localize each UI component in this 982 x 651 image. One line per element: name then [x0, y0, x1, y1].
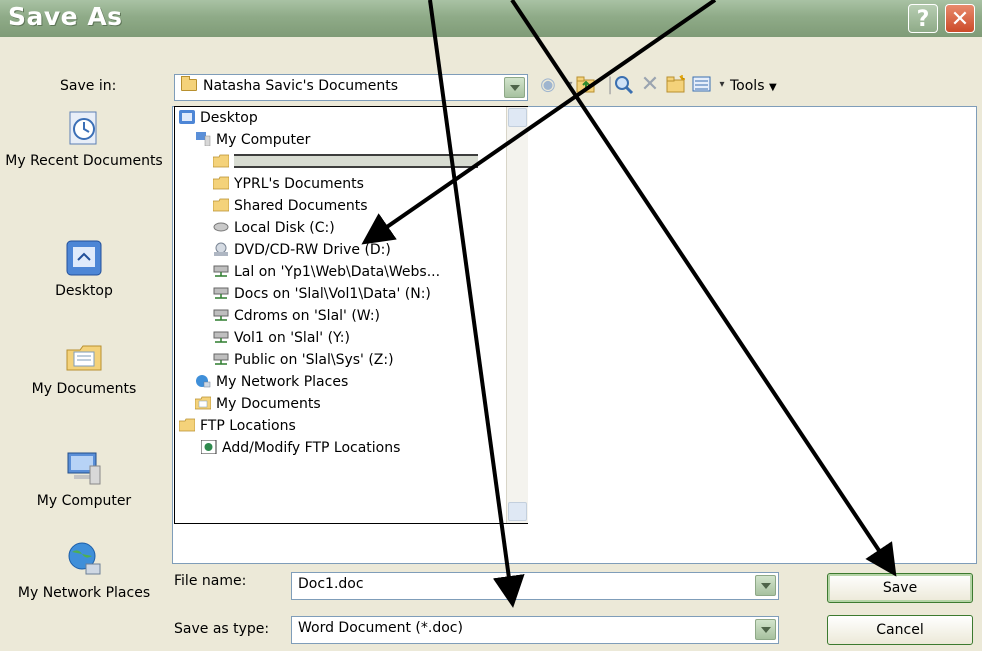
chevron-down-icon[interactable]: [755, 619, 776, 640]
file-name-value: Doc1.doc: [298, 576, 364, 592]
my-documents-icon: [194, 395, 212, 410]
scroll-down-arrow-icon[interactable]: [508, 502, 527, 521]
close-button[interactable]: ✕: [945, 4, 975, 33]
search-web-icon[interactable]: [614, 75, 634, 95]
place-label: My Computer: [36, 493, 132, 509]
dialog-title: Save As: [8, 2, 123, 31]
location-label: Local Disk (C:): [234, 220, 335, 236]
place-my-documents[interactable]: My Documents: [3, 336, 165, 398]
place-desktop[interactable]: Desktop: [3, 238, 165, 300]
location-item[interactable]: Lal on 'Yp1\Web\Data\Webs...: [213, 261, 440, 283]
places-bar: My Recent Documents Desktop My Documents…: [3, 108, 165, 648]
location-label: FTP Locations: [200, 418, 296, 434]
network-drive-icon: [213, 329, 229, 343]
folder-icon: [212, 153, 230, 168]
save-as-type-value: Word Document (*.doc): [298, 620, 463, 636]
cancel-button[interactable]: Cancel: [827, 615, 973, 645]
location-label: DVD/CD-RW Drive (D:): [234, 242, 391, 258]
title-bar[interactable]: Save As ? ✕: [0, 0, 982, 37]
location-item[interactable]: YPRL's Documents: [212, 173, 364, 195]
network-drive-icon: [213, 285, 229, 299]
file-name-field[interactable]: Doc1.doc: [291, 572, 779, 600]
location-label: My Network Places: [216, 374, 349, 390]
location-label: Docs on 'Slal\Vol1\Data' (N:): [234, 286, 431, 302]
hard-disk-icon: [213, 219, 229, 233]
save-as-type-dropdown[interactable]: Word Document (*.doc): [291, 616, 779, 644]
location-label: Cdroms on 'Slal' (W:): [234, 308, 381, 324]
place-label: My Documents: [31, 381, 137, 397]
folder-icon: [178, 417, 196, 432]
location-label: My Computer: [216, 132, 311, 148]
views-icon[interactable]: [692, 75, 712, 95]
save-in-value: Natasha Savic's Documents: [203, 78, 399, 94]
save-button[interactable]: Save: [827, 573, 973, 603]
place-my-network-places[interactable]: My Network Places: [3, 540, 165, 602]
help-button[interactable]: ?: [908, 4, 938, 33]
save-in-label: Save in:: [60, 78, 117, 94]
up-folder-icon[interactable]: [576, 75, 596, 95]
delete-icon[interactable]: ✕: [640, 74, 660, 96]
location-item[interactable]: Cdroms on 'Slal' (W:): [213, 305, 380, 327]
save-as-dialog: Save As ? ✕ Save in: Natasha Savic's Doc…: [0, 0, 982, 651]
dropdown-scrollbar[interactable]: [506, 107, 528, 523]
location-item[interactable]: My Computer: [195, 129, 310, 151]
location-item[interactable]: FTP Locations: [178, 415, 296, 437]
location-label: Lal on 'Yp1\Web\Data\Webs...: [234, 264, 441, 280]
computer-icon: [195, 131, 211, 147]
desktop-icon: [179, 109, 195, 124]
location-item[interactable]: My Network Places: [195, 371, 348, 393]
location-item[interactable]: Docs on 'Slal\Vol1\Data' (N:): [213, 283, 431, 305]
scroll-up-arrow-icon[interactable]: [508, 108, 527, 127]
location-item[interactable]: Desktop: [179, 107, 258, 129]
network-drive-icon: [213, 307, 229, 321]
chevron-down-icon[interactable]: [755, 575, 776, 596]
ftp-icon: [200, 439, 217, 455]
location-item[interactable]: Public on 'Slal\Sys' (Z:): [213, 349, 394, 371]
network-places-icon: [64, 540, 104, 580]
network-drive-icon: [213, 263, 229, 277]
place-my-computer[interactable]: My Computer: [3, 448, 165, 510]
views-dropdown-icon[interactable]: ▾: [712, 75, 732, 95]
chevron-down-icon[interactable]: [504, 77, 525, 98]
network-places-icon: [195, 373, 211, 388]
optical-drive-icon: [213, 241, 229, 256]
location-label: Shared Documents: [234, 198, 368, 214]
folder-icon: [212, 175, 230, 190]
location-item[interactable]: My Documents: [194, 393, 321, 415]
my-documents-icon: [64, 336, 104, 376]
back-icon[interactable]: ◉: [538, 75, 558, 95]
recent-documents-icon: [64, 108, 104, 148]
location-label: My Documents: [216, 396, 321, 412]
location-item[interactable]: Add/Modify FTP Locations: [200, 437, 401, 459]
network-drive-icon: [213, 351, 229, 365]
my-computer-icon: [64, 448, 104, 488]
folder-icon: [181, 76, 197, 91]
location-label: Public on 'Slal\Sys' (Z:): [234, 352, 394, 368]
location-item[interactable]: Vol1 on 'Slal' (Y:): [213, 327, 350, 349]
new-folder-icon[interactable]: [666, 75, 686, 95]
location-item-highlighted[interactable]: [212, 151, 478, 173]
location-item[interactable]: DVD/CD-RW Drive (D:): [213, 239, 391, 261]
place-my-recent-documents[interactable]: My Recent Documents: [3, 108, 165, 170]
save-in-dropdown[interactable]: Natasha Savic's Documents: [174, 74, 528, 101]
tools-menu[interactable]: Tools ▼: [730, 78, 777, 94]
desktop-icon: [64, 238, 104, 278]
location-item[interactable]: Shared Documents: [212, 195, 368, 217]
location-label: Vol1 on 'Slal' (Y:): [234, 330, 350, 346]
location-item[interactable]: Local Disk (C:): [213, 217, 335, 239]
folder-icon: [212, 197, 230, 212]
save-in-dropdown-list[interactable]: Desktop My Computer YPRL's Documents Sha…: [174, 106, 528, 524]
place-label: Desktop: [55, 283, 113, 299]
location-label: [234, 154, 478, 168]
file-name-label: File name:: [174, 573, 247, 589]
save-as-type-label: Save as type:: [174, 621, 270, 637]
location-label: Desktop: [200, 110, 258, 126]
location-label: YPRL's Documents: [234, 176, 364, 192]
location-label: Add/Modify FTP Locations: [222, 440, 401, 456]
place-label: My Network Places: [17, 585, 151, 601]
place-label: My Recent Documents: [5, 153, 163, 169]
tools-label: Tools: [730, 78, 765, 94]
tools-dropdown-icon: ▼: [768, 82, 777, 93]
